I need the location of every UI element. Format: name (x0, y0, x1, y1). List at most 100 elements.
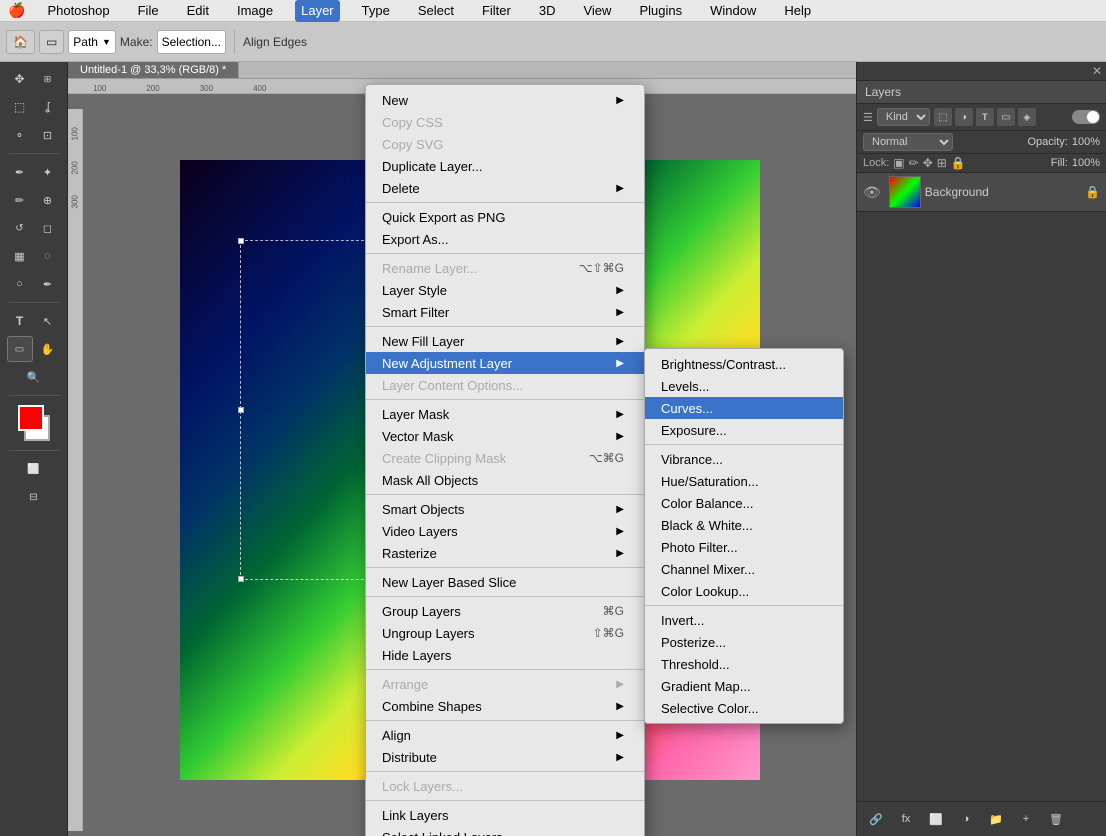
submenu-threshold[interactable]: Threshold... (645, 653, 843, 675)
new-group-button[interactable]: 📁 (983, 806, 1009, 832)
menu-item-duplicate-layer[interactable]: Duplicate Layer... (366, 155, 644, 177)
blur-tool[interactable]: ◌ (35, 243, 61, 269)
menubar-view[interactable]: View (577, 0, 617, 22)
menu-item-smart-filter[interactable]: Smart Filter ▶ (366, 301, 644, 323)
add-adjustment-button[interactable]: ◑ (953, 806, 979, 832)
menu-item-rename-layer[interactable]: Rename Layer... ⌥⇧⌘G (366, 257, 644, 279)
filter-smart-object-icon[interactable]: ◈ (1018, 108, 1036, 126)
submenu-exposure[interactable]: Exposure... (645, 419, 843, 441)
lock-checkered-icon[interactable]: ▣ (893, 156, 904, 170)
menubar-help[interactable]: Help (778, 0, 817, 22)
menu-item-quick-export[interactable]: Quick Export as PNG (366, 206, 644, 228)
menu-item-link-layers[interactable]: Link Layers (366, 804, 644, 826)
lock-draw-icon[interactable]: ✏ (909, 156, 919, 170)
move-tool[interactable]: ✥ (7, 66, 33, 92)
artboard-tool[interactable]: ⊞ (35, 66, 61, 92)
menubar-layer[interactable]: Layer (295, 0, 340, 22)
menu-item-combine-shapes[interactable]: Combine Shapes ▶ (366, 695, 644, 717)
fill-value[interactable]: 100% (1072, 157, 1100, 169)
menu-item-copy-css[interactable]: Copy CSS (366, 111, 644, 133)
hand-tool[interactable]: ✋ (35, 336, 61, 362)
filter-adjustment-icon[interactable]: ◑ (955, 108, 973, 126)
menu-item-select-linked-layers[interactable]: Select Linked Layers (366, 826, 644, 836)
submenu-invert[interactable]: Invert... (645, 609, 843, 631)
submenu-curves[interactable]: Curves... (645, 397, 843, 419)
filter-shape-icon[interactable]: ▭ (997, 108, 1015, 126)
menu-item-new[interactable]: New ▶ (366, 89, 644, 111)
stamp-tool[interactable]: ⊕ (35, 187, 61, 213)
submenu-black-white[interactable]: Black & White... (645, 514, 843, 536)
menu-item-distribute[interactable]: Distribute ▶ (366, 746, 644, 768)
shape-tool[interactable]: ▭ (7, 336, 33, 362)
make-selection-dropdown[interactable]: Selection... (157, 30, 226, 54)
document-tab[interactable]: Untitled-1 @ 33,3% (RGB/8) * (68, 62, 239, 78)
gradient-tool[interactable]: ▦ (7, 243, 33, 269)
menu-item-rasterize[interactable]: Rasterize ▶ (366, 542, 644, 564)
add-layer-style-button[interactable]: fx (893, 806, 919, 832)
menu-item-layer-style[interactable]: Layer Style ▶ (366, 279, 644, 301)
menubar-plugins[interactable]: Plugins (633, 0, 688, 22)
menu-item-hide-layers[interactable]: Hide Layers (366, 644, 644, 666)
menu-item-arrange[interactable]: Arrange ▶ (366, 673, 644, 695)
menu-item-align[interactable]: Align ▶ (366, 724, 644, 746)
eraser-tool[interactable]: ◻ (35, 215, 61, 241)
menu-item-new-layer-based-slice[interactable]: New Layer Based Slice (366, 571, 644, 593)
dodge-tool[interactable]: ○ (7, 271, 33, 297)
menubar-type[interactable]: Type (356, 0, 396, 22)
menu-item-layer-content-options[interactable]: Layer Content Options... (366, 374, 644, 396)
screen-mode-button[interactable]: ⊟ (21, 484, 47, 510)
menubar-filter[interactable]: Filter (476, 0, 517, 22)
menu-item-video-layers[interactable]: Video Layers ▶ (366, 520, 644, 542)
submenu-channel-mixer[interactable]: Channel Mixer... (645, 558, 843, 580)
pen-tool[interactable]: ✒ (35, 271, 61, 297)
foreground-color-swatch[interactable] (18, 405, 44, 431)
menu-item-export-as[interactable]: Export As... (366, 228, 644, 250)
menubar-window[interactable]: Window (704, 0, 762, 22)
menubar-3d[interactable]: 3D (533, 0, 562, 22)
delete-layer-button[interactable]: 🗑 (1043, 806, 1069, 832)
menu-item-group-layers[interactable]: Group Layers ⌘G (366, 600, 644, 622)
menu-item-smart-objects[interactable]: Smart Objects ▶ (366, 498, 644, 520)
menu-item-lock-layers[interactable]: Lock Layers... (366, 775, 644, 797)
healing-tool[interactable]: ✦ (35, 159, 61, 185)
eyedropper-tool[interactable]: ✒ (7, 159, 33, 185)
crop-tool[interactable]: ⊡ (35, 122, 61, 148)
layer-link-button[interactable]: 🔗 (863, 806, 889, 832)
submenu-brightness-contrast[interactable]: Brightness/Contrast... (645, 353, 843, 375)
home-button[interactable]: 🏠 (6, 30, 35, 54)
layer-item-background[interactable]: 👁 Background 🔒 (857, 173, 1106, 212)
lasso-tool[interactable]: ʆ (35, 94, 61, 120)
add-mask-button[interactable]: ⬜ (923, 806, 949, 832)
submenu-gradient-map[interactable]: Gradient Map... (645, 675, 843, 697)
submenu-selective-color[interactable]: Selective Color... (645, 697, 843, 719)
filter-kind-select[interactable]: Kind (877, 108, 930, 126)
menu-item-create-clipping-mask[interactable]: Create Clipping Mask ⌥⌘G (366, 447, 644, 469)
opacity-value[interactable]: 100% (1072, 136, 1100, 148)
submenu-color-lookup[interactable]: Color Lookup... (645, 580, 843, 602)
submenu-levels[interactable]: Levels... (645, 375, 843, 397)
history-brush-tool[interactable]: ↺ (7, 215, 33, 241)
marquee-tool[interactable]: ⬚ (7, 94, 33, 120)
filter-toggle[interactable] (1072, 110, 1100, 124)
menu-item-mask-all-objects[interactable]: Mask All Objects (366, 469, 644, 491)
menu-item-delete[interactable]: Delete ▶ (366, 177, 644, 199)
lock-artboard-icon[interactable]: ⊞ (937, 156, 947, 170)
menu-item-copy-svg[interactable]: Copy SVG (366, 133, 644, 155)
apple-menu[interactable]: 🍎 (8, 2, 25, 19)
new-layer-button[interactable]: + (1013, 806, 1039, 832)
menu-item-layer-mask[interactable]: Layer Mask ▶ (366, 403, 644, 425)
brush-tool[interactable]: ✏ (7, 187, 33, 213)
submenu-hue-saturation[interactable]: Hue/Saturation... (645, 470, 843, 492)
submenu-vibrance[interactable]: Vibrance... (645, 448, 843, 470)
submenu-color-balance[interactable]: Color Balance... (645, 492, 843, 514)
quick-mask-button[interactable]: ⬜ (21, 456, 47, 482)
menubar-file[interactable]: File (132, 0, 165, 22)
menubar-image[interactable]: Image (231, 0, 279, 22)
filter-type-icon[interactable]: T (976, 108, 994, 126)
menu-item-ungroup-layers[interactable]: Ungroup Layers ⇧⌘G (366, 622, 644, 644)
blend-mode-select[interactable]: Normal (863, 133, 953, 151)
path-dropdown[interactable]: Path ▼ (68, 30, 116, 54)
quick-select-tool[interactable]: ⚬ (7, 122, 33, 148)
submenu-posterize[interactable]: Posterize... (645, 631, 843, 653)
menu-item-new-adjustment-layer[interactable]: New Adjustment Layer ▶ Brightness/Contra… (366, 352, 644, 374)
